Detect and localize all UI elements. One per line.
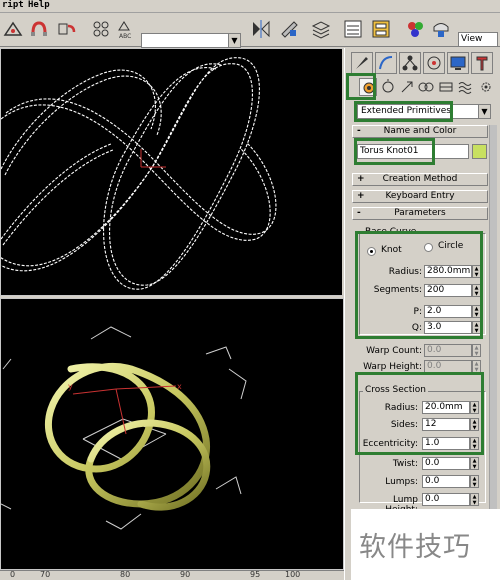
watermark-text: 软件技巧	[359, 532, 471, 563]
rollout-toggle-sign: +	[357, 191, 365, 201]
ruler-tick: 100	[285, 570, 301, 579]
lights-icon[interactable]	[398, 78, 416, 96]
curve-editor-icon[interactable]	[342, 18, 364, 40]
shaded-torus-knot: y x	[1, 326, 247, 530]
axis-label-y: y	[68, 382, 73, 391]
helpers-icon[interactable]	[437, 78, 455, 96]
axis-label-x: x	[177, 382, 182, 391]
unlink-icon[interactable]	[56, 18, 78, 40]
reference-coordinate-system-dropdown[interactable]: View	[458, 32, 498, 47]
menu-item-script[interactable]: ript	[2, 0, 24, 10]
material-editor-icon[interactable]	[404, 18, 426, 40]
twist-label: Twist:	[392, 459, 418, 469]
lump-height-spinner[interactable]: 0.0 ▲ ▼	[422, 493, 479, 506]
align-icon[interactable]	[278, 18, 300, 40]
ruler-tick: 80	[120, 570, 131, 579]
ruler-tick: 70	[40, 570, 51, 579]
rollout-toggle-sign: -	[357, 126, 361, 136]
rollout-toggle-sign: +	[357, 174, 365, 184]
svg-text:ABC: ABC	[119, 33, 131, 40]
main-toolbar: ABC ▼ View	[0, 13, 500, 48]
viewport-perspective[interactable]: y x	[0, 298, 344, 570]
schematic-view-icon[interactable]	[370, 18, 392, 40]
shapes-icon[interactable]	[379, 78, 397, 96]
render-scene-icon[interactable]	[430, 18, 452, 40]
rollout-title: Parameters	[394, 208, 446, 218]
select-by-name-icon[interactable]: ABC	[115, 18, 137, 40]
spinner-arrows-icon: ▲ ▼	[472, 344, 481, 357]
rollout-title: Keyboard Entry	[385, 191, 455, 201]
systems-icon[interactable]	[477, 78, 495, 96]
selection-filter-icon[interactable]	[90, 18, 112, 40]
highlight-geometry-button	[346, 73, 376, 100]
ruler-tick: 90	[180, 570, 191, 579]
tab-modify[interactable]	[375, 52, 397, 74]
twist-spinner[interactable]: 0.0 ▲ ▼	[422, 457, 479, 470]
cameras-icon[interactable]	[417, 78, 435, 96]
rollout-creation-method[interactable]: + Creation Method	[352, 173, 488, 186]
spinner-arrows-icon: ▲ ▼	[470, 493, 479, 506]
space-warps-icon[interactable]	[457, 78, 475, 96]
bind-to-space-warp-icon[interactable]	[2, 18, 24, 40]
tab-motion[interactable]	[423, 52, 445, 74]
highlight-category-dropdown	[354, 101, 453, 122]
time-ruler[interactable]: 0 70 80 90 95 100	[0, 570, 344, 580]
rollout-name-and-color[interactable]: - Name and Color	[352, 125, 488, 138]
menu-bar: ript Help	[0, 0, 500, 13]
magnet-link-icon[interactable]	[28, 18, 50, 40]
warp-count-spinner[interactable]: 0.0 ▲ ▼	[424, 344, 481, 357]
rollout-toggle-sign: -	[357, 208, 361, 218]
lumps-label: Lumps:	[385, 477, 418, 487]
rollout-keyboard-entry[interactable]: + Keyboard Entry	[352, 190, 488, 203]
chevron-down-icon: ▼	[478, 105, 490, 118]
ruler-tick: 95	[250, 570, 261, 579]
warp-count-label: Warp Count:	[366, 346, 422, 356]
spinner-arrows-icon: ▲ ▼	[470, 475, 479, 488]
tab-utilities[interactable]	[471, 52, 493, 74]
viewport-top[interactable]	[0, 48, 344, 296]
spinner-arrows-icon: ▲ ▼	[470, 457, 479, 470]
object-color-swatch[interactable]	[472, 144, 487, 159]
ruler-tick: 0	[10, 570, 16, 579]
menu-item-help[interactable]: Help	[28, 0, 50, 10]
rollout-title: Name and Color	[383, 126, 457, 136]
highlight-cross-section	[355, 372, 484, 455]
wireframe-torus-knot	[1, 57, 277, 290]
highlight-base-curve	[355, 231, 483, 339]
warp-height-label: Warp Height:	[363, 362, 422, 372]
tab-hierarchy[interactable]	[399, 52, 421, 74]
tab-create[interactable]	[351, 52, 373, 74]
highlight-object-name	[354, 138, 435, 165]
named-selection-dropdown[interactable]: ▼	[141, 33, 241, 48]
rollout-parameters[interactable]: - Parameters	[352, 207, 488, 220]
layer-manager-icon[interactable]	[310, 18, 332, 40]
chevron-down-icon: ▼	[228, 34, 240, 47]
watermark: 软件技巧	[351, 509, 500, 580]
mirror-icon[interactable]	[250, 18, 272, 40]
rollout-title: Creation Method	[382, 174, 458, 184]
lumps-spinner[interactable]: 0.0 ▲ ▼	[422, 475, 479, 488]
tab-display[interactable]	[447, 52, 469, 74]
